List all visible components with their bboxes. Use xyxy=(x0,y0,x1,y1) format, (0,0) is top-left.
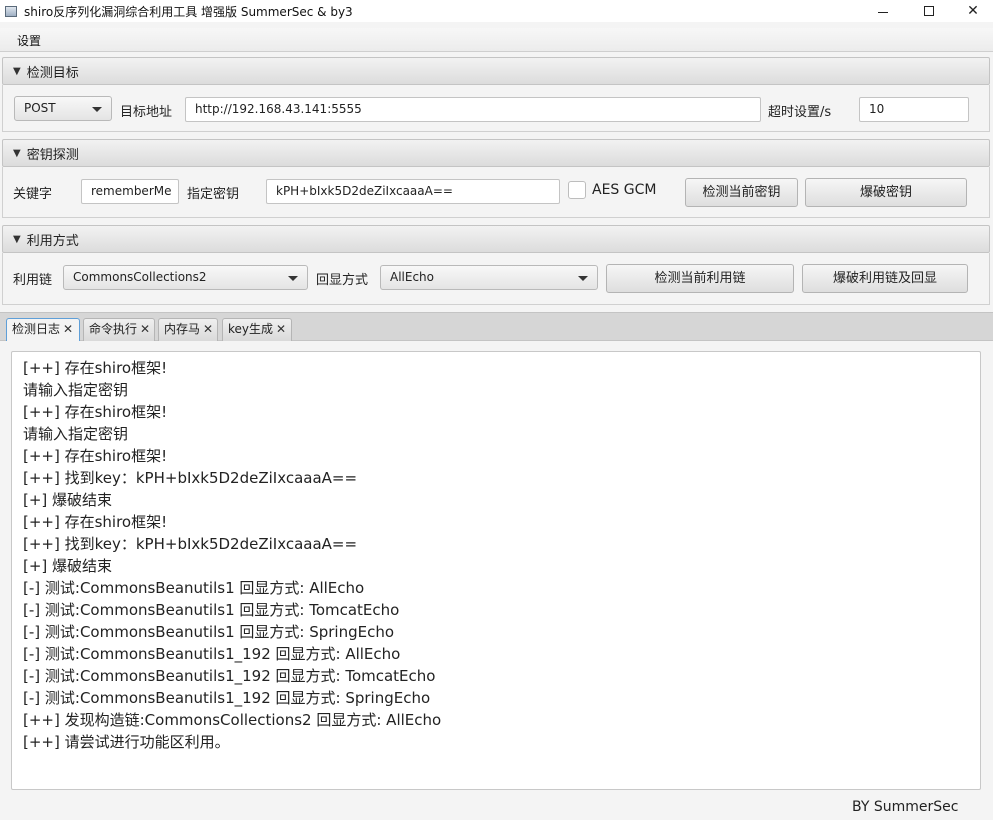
detect-target-pane: POST 目标地址 http://192.168.43.141:5555 超时设… xyxy=(2,85,990,132)
echo-label: 回显方式 xyxy=(316,273,369,288)
tab-label: 检测日志 xyxy=(12,322,61,336)
chevron-down-icon xyxy=(92,107,102,112)
app-icon xyxy=(5,5,17,17)
close-icon[interactable]: ✕ xyxy=(203,322,213,336)
key-input[interactable]: kPH+bIxk5D2deZiIxcaaaA== xyxy=(266,179,560,204)
footer-credit: BY SummerSec xyxy=(852,799,959,815)
key-label: 指定密钥 xyxy=(187,187,240,202)
chevron-down-icon xyxy=(288,276,298,281)
aes-gcm-label: AES GCM xyxy=(592,182,657,198)
log-line: [++] 存在shiro框架! xyxy=(23,447,168,465)
collapse-arrow-icon: ▼ xyxy=(13,147,21,159)
maximize-icon xyxy=(924,6,934,16)
menu-settings[interactable]: 设置 xyxy=(17,32,41,49)
echo-value: AllEcho xyxy=(390,270,435,284)
log-line: [++] 找到key：kPH+bIxk5D2deZiIxcaaaA== xyxy=(23,469,358,487)
close-icon[interactable]: ✕ xyxy=(63,322,73,336)
close-icon[interactable]: ✕ xyxy=(276,322,286,336)
log-line: [-] 测试:CommonsBeanutils1_192 回显方式: Tomca… xyxy=(23,667,436,685)
brute-chain-button[interactable]: 爆破利用链及回显 xyxy=(802,264,968,293)
detect-target-header[interactable]: ▼ 检测目标 xyxy=(2,57,990,85)
exploit-pane: 利用链 CommonsCollections2 回显方式 AllEcho 检测当… xyxy=(2,253,990,305)
key-detect-pane: 关键字 rememberMe 指定密钥 kPH+bIxk5D2deZiIxcaa… xyxy=(2,167,990,218)
log-line: 请输入指定密钥 xyxy=(23,381,129,399)
tab-key-gen[interactable]: key生成 ✕ xyxy=(222,318,292,341)
log-line: [++] 找到key：kPH+bIxk5D2deZiIxcaaaA== xyxy=(23,535,358,553)
log-line: [++] 请尝试进行功能区利用。 xyxy=(23,733,230,751)
window-title: shiro反序列化漏洞综合利用工具 增强版 SummerSec & by3 xyxy=(24,4,353,19)
maximize-button[interactable] xyxy=(906,0,952,22)
method-value: POST xyxy=(24,101,56,115)
tab-label: 内存马 xyxy=(164,322,201,336)
key-detect-header[interactable]: ▼ 密钥探测 xyxy=(2,139,990,167)
log-output[interactable]: [++] 存在shiro框架! 请输入指定密钥 [++] 存在shiro框架! … xyxy=(11,351,981,790)
tab-detect-log[interactable]: 检测日志 ✕ xyxy=(6,318,80,341)
log-line: 请输入指定密钥 xyxy=(23,425,129,443)
log-line: [-] 测试:CommonsBeanutils1_192 回显方式: Sprin… xyxy=(23,689,431,707)
log-line: [-] 测试:CommonsBeanutils1 回显方式: AllEcho xyxy=(23,579,365,597)
log-line: [+] 爆破结束 xyxy=(23,557,113,575)
tab-memshell[interactable]: 内存马 ✕ xyxy=(158,318,218,341)
close-button[interactable]: ✕ xyxy=(950,0,993,22)
log-line: [+] 爆破结束 xyxy=(23,491,113,509)
collapse-arrow-icon: ▼ xyxy=(13,65,21,77)
tab-label: 命令执行 xyxy=(89,322,138,336)
chevron-down-icon xyxy=(578,276,588,281)
minimize-button[interactable] xyxy=(860,0,906,22)
log-line: [-] 测试:CommonsBeanutils1 回显方式: TomcatEch… xyxy=(23,601,400,619)
tab-label: key生成 xyxy=(228,322,274,336)
log-line: [-] 测试:CommonsBeanutils1_192 回显方式: AllEc… xyxy=(23,645,401,663)
log-line: [++] 存在shiro框架! xyxy=(23,513,168,531)
echo-select[interactable]: AllEcho xyxy=(380,265,598,290)
chain-value: CommonsCollections2 xyxy=(73,270,207,284)
log-line: [++] 发现构造链:CommonsCollections2 回显方式: All… xyxy=(23,711,442,729)
check-key-button[interactable]: 检测当前密钥 xyxy=(685,178,798,207)
url-label: 目标地址 xyxy=(120,105,173,120)
exploit-title: 利用方式 xyxy=(26,233,79,249)
log-line: [-] 测试:CommonsBeanutils1 回显方式: SpringEch… xyxy=(23,623,395,641)
check-chain-button[interactable]: 检测当前利用链 xyxy=(606,264,794,293)
brute-key-button[interactable]: 爆破密钥 xyxy=(805,178,967,207)
keyword-label: 关键字 xyxy=(13,187,53,202)
url-input[interactable]: http://192.168.43.141:5555 xyxy=(185,97,761,122)
exploit-header[interactable]: ▼ 利用方式 xyxy=(2,225,990,253)
chain-select[interactable]: CommonsCollections2 xyxy=(63,265,308,290)
key-detect-title: 密钥探测 xyxy=(26,147,79,163)
log-line: [++] 存在shiro框架! xyxy=(23,403,168,421)
keyword-input[interactable]: rememberMe xyxy=(81,179,179,204)
close-icon[interactable]: ✕ xyxy=(140,322,150,336)
detect-target-title: 检测目标 xyxy=(26,65,79,81)
log-line: [++] 存在shiro框架! xyxy=(23,359,168,377)
close-icon: ✕ xyxy=(967,3,979,19)
timeout-label: 超时设置/s xyxy=(768,105,832,120)
method-select[interactable]: POST xyxy=(14,96,112,121)
timeout-input[interactable]: 10 xyxy=(859,97,969,122)
aes-gcm-checkbox[interactable] xyxy=(568,181,586,199)
minimize-icon xyxy=(878,11,888,13)
tab-command-exec[interactable]: 命令执行 ✕ xyxy=(83,318,155,341)
collapse-arrow-icon: ▼ xyxy=(13,233,21,245)
title-bar: shiro反序列化漏洞综合利用工具 增强版 SummerSec & by3 ✕ xyxy=(0,0,993,22)
tab-bar: 检测日志 ✕ 命令执行 ✕ 内存马 ✕ key生成 ✕ xyxy=(0,312,993,341)
chain-label: 利用链 xyxy=(13,273,53,288)
menu-bar: 设置 xyxy=(0,28,993,52)
